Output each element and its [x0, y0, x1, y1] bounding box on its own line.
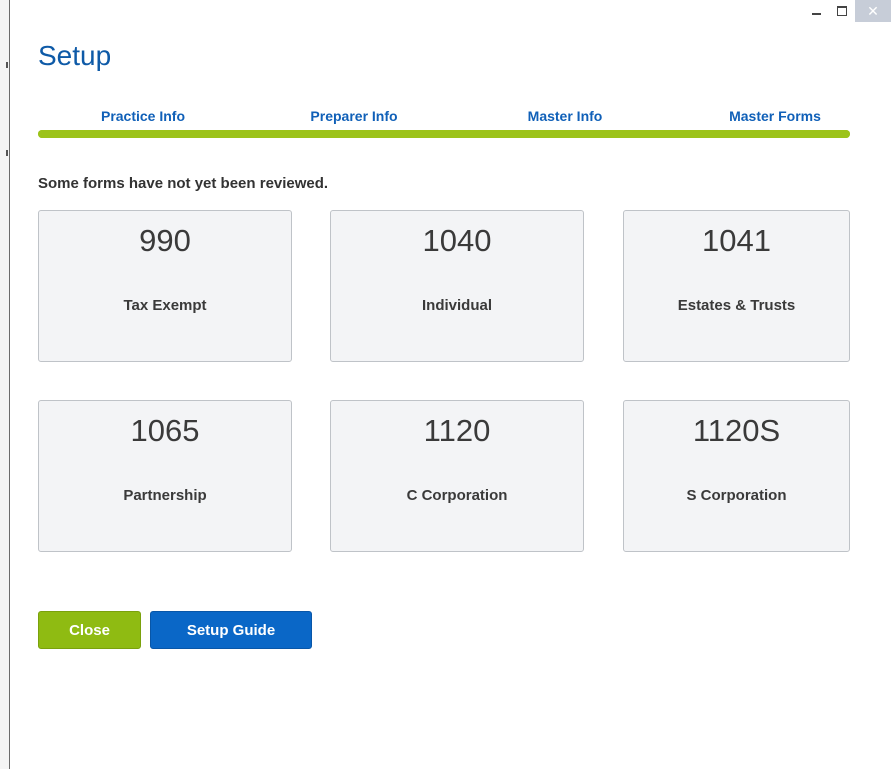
maximize-icon — [837, 6, 847, 16]
steps-progress-bar — [38, 130, 850, 138]
form-name: Individual — [421, 297, 492, 314]
form-number: 1040 — [422, 223, 492, 258]
form-card-990[interactable]: 990 Tax Exempt — [38, 210, 292, 362]
form-name: C Corporation — [406, 487, 508, 504]
form-name: Estates & Trusts — [677, 297, 796, 314]
edge-tick — [6, 150, 8, 156]
close-icon: ✕ — [867, 2, 879, 19]
form-number: 1065 — [130, 413, 200, 448]
form-card-1120[interactable]: 1120 C Corporation — [330, 400, 584, 552]
close-button[interactable]: Close — [38, 611, 141, 649]
forms-grid: 990 Tax Exempt 1040 Individual 1041 Esta… — [38, 210, 850, 555]
form-card-1041[interactable]: 1041 Estates & Trusts — [623, 210, 850, 362]
form-number: 1120 — [423, 413, 491, 448]
maximize-button[interactable] — [829, 0, 855, 22]
tab-master-forms[interactable]: Master Forms — [729, 108, 821, 124]
form-card-1040[interactable]: 1040 Individual — [330, 210, 584, 362]
window-controls: ✕ — [803, 0, 891, 22]
form-number: 1041 — [702, 223, 771, 258]
form-card-1120s[interactable]: 1120S S Corporation — [623, 400, 850, 552]
tab-master-info[interactable]: Master Info — [528, 108, 603, 124]
window-left-edge — [0, 0, 10, 769]
steps-progress-fill — [38, 130, 850, 138]
review-status-message: Some forms have not yet been reviewed. — [38, 175, 329, 192]
minimize-button[interactable] — [803, 0, 829, 22]
tab-practice-info[interactable]: Practice Info — [101, 108, 185, 124]
form-card-1065[interactable]: 1065 Partnership — [38, 400, 292, 552]
page-title: Setup — [38, 40, 112, 71]
close-window-button[interactable]: ✕ — [855, 0, 891, 22]
setup-guide-button[interactable]: Setup Guide — [150, 611, 312, 649]
tab-preparer-info[interactable]: Preparer Info — [310, 108, 397, 124]
form-number: 1120S — [692, 413, 781, 448]
minimize-icon — [811, 13, 821, 15]
form-number: 990 — [139, 223, 191, 258]
form-name: Partnership — [123, 487, 207, 504]
form-name: S Corporation — [686, 487, 787, 504]
edge-tick — [6, 62, 8, 68]
form-name: Tax Exempt — [123, 297, 207, 314]
